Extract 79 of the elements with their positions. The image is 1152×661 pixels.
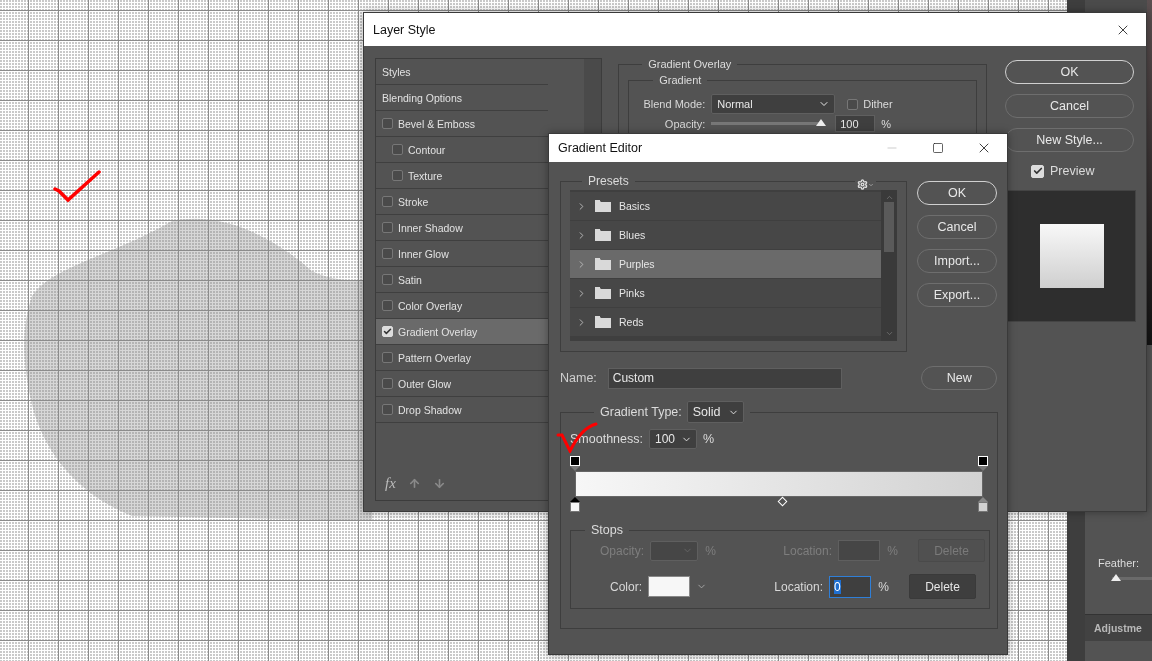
dialog-button[interactable]: New Style...: [1005, 128, 1134, 152]
dialog-button[interactable]: Export...: [917, 283, 997, 307]
checkbox[interactable]: [392, 144, 403, 155]
percent-label: %: [886, 543, 898, 558]
preview-label: Preview: [1050, 164, 1095, 178]
section-title: Gradient Overlay: [648, 58, 732, 70]
slider-thumb[interactable]: [1111, 574, 1121, 581]
opacity-field[interactable]: 100: [835, 115, 876, 132]
color-swatch[interactable]: [648, 576, 690, 597]
move-up-icon[interactable]: [407, 476, 421, 490]
stops-label: Stops: [591, 523, 623, 537]
dither-label: Dither: [863, 98, 893, 110]
check-mark-icon: [53, 170, 101, 204]
color-label: Color:: [609, 579, 642, 594]
blend-mode-label: Blend Mode:: [642, 98, 706, 110]
gradient-type-select[interactable]: Solid: [686, 401, 744, 423]
preset-folder[interactable]: Purples: [570, 250, 881, 278]
folder-icon: [595, 287, 611, 299]
scroll-down-icon[interactable]: [884, 329, 894, 338]
scroll-up-icon[interactable]: [884, 193, 894, 202]
dialog-button[interactable]: Import...: [917, 249, 997, 273]
name-field[interactable]: Custom: [607, 367, 843, 389]
group-title: Gradient: [659, 74, 702, 86]
preset-folder[interactable]: Blues: [570, 221, 881, 249]
opacity-label: Opacity:: [663, 117, 706, 130]
checkbox[interactable]: [382, 300, 393, 311]
dialog-button[interactable]: Cancel: [1005, 94, 1134, 118]
percent-label: %: [702, 432, 715, 446]
gradient-type-label: Gradient Type:: [600, 405, 682, 419]
percent-label: %: [881, 117, 891, 130]
style-item[interactable]: Gradient Overlay: [376, 319, 548, 345]
preset-folder[interactable]: Pinks: [570, 279, 881, 307]
stop-opacity-field[interactable]: [650, 540, 698, 561]
preset-folder[interactable]: Reds: [570, 308, 881, 336]
scrollbar[interactable]: [881, 190, 897, 341]
preview-swatch: [1039, 224, 1104, 288]
dialog-button[interactable]: OK: [1005, 60, 1134, 84]
dither-checkbox[interactable]: [847, 98, 859, 110]
checkbox[interactable]: [382, 404, 393, 415]
stop-location-field[interactable]: [838, 540, 880, 561]
fx-button[interactable]: fx: [385, 474, 396, 492]
presets-label: Presets: [588, 174, 629, 188]
delete-button[interactable]: Delete: [909, 574, 976, 599]
feather-label: Feather:: [1098, 557, 1140, 569]
name-label: Name:: [560, 371, 598, 385]
checkbox[interactable]: [382, 118, 393, 129]
location-label: Location:: [773, 579, 823, 594]
dialog-button[interactable]: Cancel: [917, 215, 997, 239]
midpoint-icon[interactable]: [777, 496, 788, 507]
smoothness-field[interactable]: 100: [648, 429, 697, 449]
scroll-thumb[interactable]: [884, 202, 894, 252]
checkbox[interactable]: [382, 196, 393, 207]
color-stop[interactable]: [570, 497, 580, 512]
dialog-button[interactable]: OK: [917, 181, 997, 205]
checkbox[interactable]: [382, 274, 393, 285]
slider-thumb[interactable]: [816, 119, 827, 126]
preset-folder[interactable]: Basics: [570, 192, 881, 220]
checkbox[interactable]: [382, 378, 393, 389]
settings-icon[interactable]: [855, 179, 876, 190]
folder-icon: [595, 316, 611, 328]
preview-checkbox[interactable]: [1031, 164, 1044, 178]
folder-icon: [595, 229, 611, 241]
window-title: Gradient Editor: [558, 141, 644, 155]
checkbox[interactable]: [382, 352, 393, 363]
adjustments-tab[interactable]: Adjustme: [1085, 614, 1152, 641]
checkbox[interactable]: [382, 248, 393, 259]
blend-mode-select[interactable]: Normal: [711, 94, 836, 114]
move-down-icon[interactable]: [432, 476, 446, 490]
folder-icon: [595, 258, 611, 270]
color-stop[interactable]: [978, 497, 988, 512]
checkbox[interactable]: [382, 222, 393, 233]
stop-location-field[interactable]: 0: [829, 575, 871, 598]
folder-icon: [595, 200, 611, 212]
percent-label: %: [704, 543, 716, 558]
window-title: Layer Style: [373, 22, 437, 37]
checkbox[interactable]: [392, 170, 403, 181]
new-button[interactable]: New: [921, 366, 997, 390]
gradient-bar[interactable]: [575, 471, 983, 497]
percent-label: %: [877, 579, 889, 594]
